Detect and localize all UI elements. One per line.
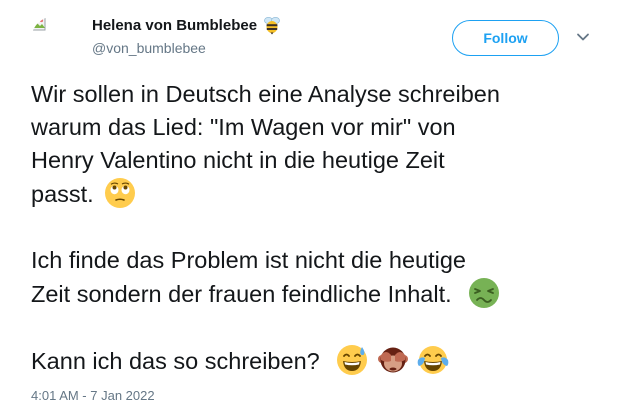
tweet-line: Kann ich das so schreiben?	[31, 348, 320, 374]
tweet-line: passt.	[31, 181, 94, 207]
tweet-text: Wir sollen in Deutsch eine Analyse schre…	[31, 78, 601, 378]
tweet-paragraph-2: Ich finde das Problem ist nicht die heut…	[31, 244, 601, 311]
user-handle[interactable]: @von_bumblebee	[92, 40, 206, 56]
avatar[interactable]	[31, 16, 79, 64]
tweet-line: warum das Lied: "Im Wagen vor mir" von	[31, 114, 456, 140]
display-name[interactable]: Helena von Bumblebee	[92, 17, 257, 34]
tweet-line-with-emoji: passt.	[31, 177, 601, 211]
grinning-face-with-sweat-icon	[337, 345, 368, 375]
tweet-line: Wir sollen in Deutsch eine Analyse schre…	[31, 81, 500, 107]
tweet-line: Zeit sondern der frauen feindliche Inhal…	[31, 281, 452, 307]
tweet-line: Henry Valentino nicht in die heutige Zei…	[31, 147, 445, 173]
chevron-down-icon[interactable]	[575, 30, 591, 44]
broken-image-icon	[31, 16, 46, 31]
nauseated-face-icon	[469, 278, 500, 308]
follow-button[interactable]: Follow	[452, 20, 559, 56]
face-with-tears-of-joy-icon	[417, 346, 449, 374]
tweet-line: Ich finde das Problem ist nicht die heut…	[31, 247, 467, 273]
tweet-line-with-emoji: Kann ich das so schreiben?	[31, 344, 601, 378]
bee-icon	[264, 16, 280, 35]
author-name-row: Helena von Bumblebee	[92, 14, 282, 36]
tweet-line-with-emoji: Zeit sondern der frauen feindliche Inhal…	[31, 277, 601, 311]
face-with-rolling-eyes-icon	[105, 178, 136, 208]
tweet-paragraph-1: Wir sollen in Deutsch eine Analyse schre…	[31, 78, 601, 211]
tweet-timestamp[interactable]: 4:01 AM - 7 Jan 2022	[31, 388, 155, 403]
tweet-paragraph-3: Kann ich das so schreiben?	[31, 344, 601, 378]
see-no-evil-monkey-icon	[377, 347, 408, 373]
